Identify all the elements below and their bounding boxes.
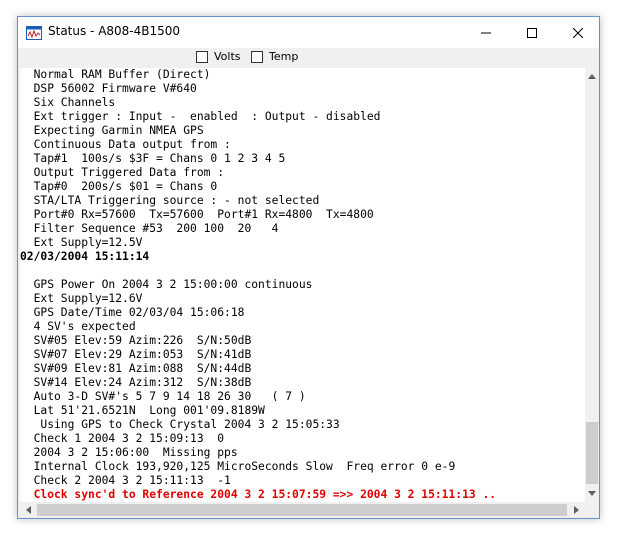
log-line: SV#09 Elev:81 Azim:088 S/N:44dB: [20, 362, 252, 375]
temp-label: Temp: [269, 50, 299, 63]
log-line: SV#05 Elev:59 Azim:226 S/N:50dB: [20, 334, 252, 347]
log-line: Check 2 2004 3 2 15:11:13 -1: [20, 474, 231, 487]
scroll-right-icon: [574, 506, 579, 514]
options-toolbar: Volts Temp: [18, 48, 599, 67]
log-line: 02/03/2004 15:11:14: [20, 250, 150, 263]
log-line: Tap#0 200s/s $01 = Chans 0: [20, 180, 218, 193]
log-line: Tap#1 100s/s $3F = Chans 0 1 2 3 4 5: [20, 152, 286, 165]
log-line: Ext Supply=12.6V: [20, 292, 143, 305]
log-line: Port#0 Rx=57600 Tx=57600 Port#1 Rx=4800 …: [20, 208, 374, 221]
title-bar[interactable]: Status - A808-4B1500: [18, 17, 599, 48]
temp-checkbox-box[interactable]: [251, 50, 263, 63]
log-line: Filter Sequence #53 200 100 20 4: [20, 222, 279, 235]
log-line: GPS Date/Time 02/03/04 15:06:18: [20, 306, 245, 319]
log-line: Ext Supply=12.5V: [20, 236, 143, 249]
vertical-scrollbar[interactable]: [585, 68, 599, 502]
log-line: Using GPS to Check Crystal 2004 3 2 15:0…: [20, 418, 340, 431]
horizontal-scrollbar[interactable]: [20, 502, 585, 518]
scroll-left-button[interactable]: [20, 502, 37, 518]
log-line: Clock sync'd to Reference 2004 3 2 15:07…: [20, 488, 497, 501]
close-icon: [572, 23, 584, 42]
log-line: Continuous Data output from :: [20, 138, 231, 151]
log-line: 2004 3 2 15:06:00 Missing pps: [20, 446, 238, 459]
volts-checkbox-box[interactable]: [196, 50, 208, 63]
log-line: Output Triggered Data from :: [20, 166, 225, 179]
log-line: Expecting Garmin NMEA GPS: [20, 124, 204, 137]
log-line: 4 SV's expected: [20, 320, 136, 333]
log-line: SV#07 Elev:29 Azim:053 S/N:41dB: [20, 348, 252, 361]
volts-label: Volts: [214, 50, 241, 63]
maximize-button[interactable]: [509, 17, 555, 48]
scroll-left-icon: [26, 506, 31, 514]
status-log[interactable]: Normal RAM Buffer (Direct) DSP 56002 Fir…: [20, 68, 585, 502]
log-line: DSP 56002 Firmware V#640: [20, 82, 197, 95]
temp-checkbox[interactable]: Temp: [251, 50, 298, 63]
volts-checkbox[interactable]: Volts: [196, 50, 241, 63]
status-window: Status - A808-4B1500 Volts Temp Normal R: [17, 16, 600, 519]
log-line: STA/LTA Triggering source : - not select…: [20, 194, 320, 207]
log-line: Six Channels: [20, 96, 116, 109]
window-title: Status - A808-4B1500: [48, 24, 181, 38]
status-app-icon: [26, 25, 42, 40]
minimize-button[interactable]: [463, 17, 509, 48]
log-line: SV#14 Elev:24 Azim:312 S/N:38dB: [20, 376, 252, 389]
scroll-up-button[interactable]: [585, 68, 599, 85]
close-button[interactable]: [555, 17, 601, 48]
scroll-down-icon: [588, 491, 596, 496]
log-line: Normal RAM Buffer (Direct): [20, 68, 211, 81]
log-line: Check 1 2004 3 2 15:09:13 0: [20, 432, 225, 445]
horizontal-scroll-thumb[interactable]: [37, 504, 567, 516]
maximize-icon: [527, 23, 537, 42]
log-line: GPS Power On 2004 3 2 15:00:00 continuou…: [20, 278, 313, 291]
scrollbar-corner: [585, 502, 599, 518]
log-line: Ext trigger : Input - enabled : Output -…: [20, 110, 381, 123]
scroll-up-icon: [588, 74, 596, 79]
minimize-icon: [481, 23, 491, 42]
log-line: Internal Clock 193,920,125 MicroSeconds …: [20, 460, 456, 473]
scroll-right-button[interactable]: [568, 502, 585, 518]
vertical-scroll-thumb[interactable]: [586, 422, 598, 484]
log-line: Lat 51'21.6521N Long 001'09.8189W: [20, 404, 265, 417]
scroll-down-button[interactable]: [585, 485, 599, 502]
log-line: Auto 3-D SV#'s 5 7 9 14 18 26 30 ( 7 ): [20, 390, 306, 403]
